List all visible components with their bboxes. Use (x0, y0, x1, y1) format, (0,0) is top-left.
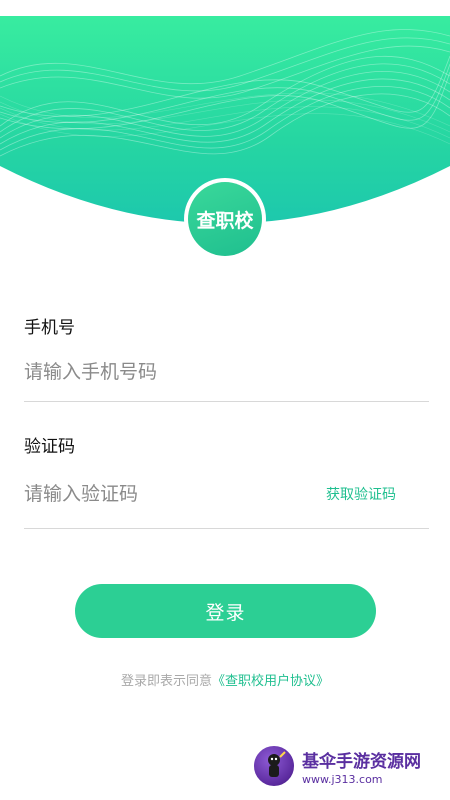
watermark-mascot-icon (252, 744, 296, 788)
login-button[interactable]: 登录 (75, 584, 376, 638)
watermark-url: www.j313.com (302, 772, 383, 786)
app-logo: 查职校 (184, 178, 266, 260)
phone-input[interactable] (24, 358, 424, 386)
watermark: 基伞手游资源网 www.j313.com (252, 738, 450, 794)
code-label: 验证码 (24, 437, 75, 457)
code-input[interactable] (24, 480, 314, 508)
get-code-button[interactable]: 获取验证码 (326, 484, 396, 504)
logo-text: 查职校 (188, 182, 262, 256)
user-agreement-link[interactable]: 《查职校用户协议》 (212, 674, 329, 689)
phone-divider (24, 401, 429, 402)
agreement-prefix: 登录即表示同意 (120, 674, 212, 689)
status-bar (0, 0, 450, 16)
phone-label: 手机号 (24, 318, 75, 338)
watermark-title: 基伞手游资源网 (302, 751, 421, 772)
code-divider (24, 528, 429, 529)
agreement-text: 登录即表示同意《查职校用户协议》 (0, 670, 450, 689)
